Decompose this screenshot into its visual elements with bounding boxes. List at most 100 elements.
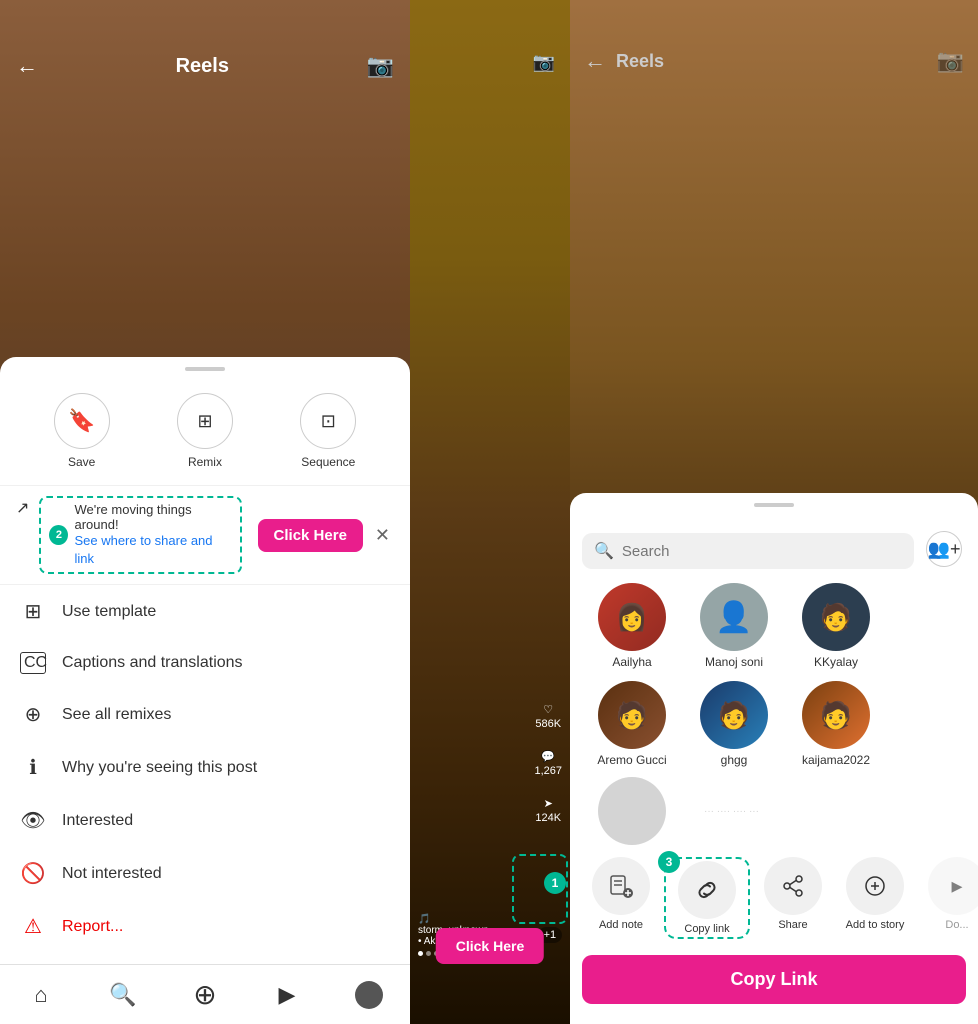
search-bar[interactable]: 🔍 <box>582 533 914 569</box>
avatar-manoj: 👤 <box>700 583 768 651</box>
report-icon: ⚠ <box>20 914 46 939</box>
avatar-kaijama: 🧑 <box>802 681 870 749</box>
share-count: 124K <box>535 812 561 824</box>
save-label: Save <box>68 455 95 469</box>
contact-manoj[interactable]: 👤 Manoj soni <box>684 583 784 669</box>
copy-link-icon <box>678 861 736 919</box>
copy-link-bottom-button[interactable]: Copy Link <box>582 955 966 1004</box>
share-action-label: Share <box>778 919 807 931</box>
interested-icon: 👁 <box>20 808 46 833</box>
contact-name-aremo: Aremo Gucci <box>597 753 666 767</box>
notification-icon: ↗ <box>16 498 29 518</box>
left-panel: 2:45 ● 🔒 ⚡ 🔔 5G 🔋 ← Reels 📷 🔖 Save ⊞ Rem… <box>0 0 410 1024</box>
home-nav-button[interactable]: ⌂ <box>17 971 65 1019</box>
search-nav-button[interactable]: 🔍 <box>99 971 147 1019</box>
use-template-item[interactable]: ⊞ Use template <box>0 585 410 638</box>
contact-kkyalay[interactable]: 🧑 KKyalay <box>786 583 886 669</box>
back-button-left[interactable]: ← <box>16 53 38 79</box>
more-action-icon: ▸ <box>928 857 978 915</box>
not-interested-item[interactable]: 🚫 Not interested <box>0 847 410 900</box>
add-note-label: Add note <box>599 919 643 931</box>
share-action[interactable]: ➤ 124K <box>535 795 561 824</box>
icons-row: 🔖 Save ⊞ Remix ⊡ Sequence <box>0 385 410 486</box>
interested-item[interactable]: 👁 Interested <box>0 794 410 847</box>
more-action-label: Do... <box>945 919 968 931</box>
like-action[interactable]: ♡ 586K <box>535 701 561 730</box>
share-sheet-handle <box>754 503 794 507</box>
contact-partial-1 <box>582 777 682 845</box>
bottom-sheet-left: 🔖 Save ⊞ Remix ⊡ Sequence ↗ 2 <box>0 357 410 1024</box>
avatar-ghgg: 🧑 <box>700 681 768 749</box>
add-to-story-label: Add to story <box>846 919 905 931</box>
report-text: Report... <box>62 918 123 936</box>
remix-icon: ⊞ <box>177 393 233 449</box>
bottom-nav-left: ⌂ 🔍 ⊕ ▶ <box>0 964 410 1024</box>
camera-button-middle[interactable]: 📷 <box>528 46 560 78</box>
reels-nav-button[interactable]: ▶ <box>263 971 311 1019</box>
use-template-icon: ⊞ <box>20 599 46 624</box>
save-item[interactable]: 🔖 Save <box>54 393 110 469</box>
add-to-story-action[interactable]: Add to story <box>836 857 914 939</box>
click-here-button-middle[interactable]: Click Here <box>436 928 544 964</box>
contact-name-kaijama: kaijama2022 <box>802 753 870 767</box>
avatar-aailyha: 👩 <box>598 583 666 651</box>
reels-title-right: Reels <box>616 51 927 72</box>
copy-link-wrapper: 3 Copy link <box>664 857 750 939</box>
more-action[interactable]: ▸ Do... <box>918 857 978 939</box>
reels-header-right: ← Reels 📷 <box>570 40 978 82</box>
see-remixes-item[interactable]: ⊕ See all remixes <box>0 688 410 741</box>
avatar-aremo: 🧑 <box>598 681 666 749</box>
save-icon: 🔖 <box>54 393 110 449</box>
reels-header-left: ← Reels 📷 <box>0 40 410 92</box>
click-here-button-notification[interactable]: Click Here <box>258 519 363 552</box>
camera-button-right[interactable]: 📷 <box>937 48 964 74</box>
share-sheet: 🔍 👥+ 👩 Aailyha 👤 Manoj soni 🧑 KKyalay <box>570 493 978 1024</box>
middle-panel: ●○ ⚡ 🔔 313 5G 46l 🔋 📷 ♡ 586K 💬 1,267 ➤ 1… <box>410 0 570 1024</box>
remix-item[interactable]: ⊞ Remix <box>177 393 233 469</box>
contacts-row-1: 👩 Aailyha 👤 Manoj soni 🧑 KKyalay <box>570 577 978 675</box>
contact-partial-text: ··· ···· ···· ··· <box>684 777 966 845</box>
sequence-item[interactable]: ⊡ Sequence <box>300 393 356 469</box>
use-template-text: Use template <box>62 603 156 621</box>
share-actions-row: Add note 3 Copy link <box>570 849 978 947</box>
report-item[interactable]: ⚠ Report... <box>0 900 410 953</box>
why-seeing-text: Why you're seeing this post <box>62 759 257 777</box>
profile-nav-button[interactable] <box>345 971 393 1019</box>
notification-link[interactable]: See where to share and link <box>74 533 212 566</box>
middle-header: 📷 <box>410 40 570 84</box>
contact-kaijama[interactable]: 🧑 kaijama2022 <box>786 681 886 767</box>
contact-ghgg[interactable]: 🧑 ghgg <box>684 681 784 767</box>
sheet-handle <box>185 367 225 371</box>
captions-item[interactable]: CC Captions and translations <box>0 638 410 688</box>
remixes-icon: ⊕ <box>20 702 46 727</box>
add-person-button[interactable]: 👥+ <box>926 531 962 567</box>
step-badge-1: 1 <box>544 872 566 894</box>
contact-name-manoj: Manoj soni <box>705 655 763 669</box>
share-icon-svg <box>779 872 807 900</box>
contact-aremo[interactable]: 🧑 Aremo Gucci <box>582 681 682 767</box>
contacts-row-partial: ··· ···· ···· ··· <box>570 773 978 849</box>
why-seeing-item[interactable]: ℹ Why you're seeing this post <box>0 741 410 794</box>
comment-icon: 💬 <box>541 750 555 763</box>
captions-icon: CC <box>20 652 46 674</box>
captions-text: Captions and translations <box>62 654 243 672</box>
step-badge-3: 3 <box>658 851 680 873</box>
copy-link-action[interactable]: Copy link <box>668 861 746 935</box>
link-icon-svg <box>693 876 721 904</box>
add-note-action[interactable]: Add note <box>582 857 660 939</box>
comment-action[interactable]: 💬 1,267 <box>534 748 562 777</box>
share-action-item[interactable]: Share <box>754 857 832 939</box>
sequence-label: Sequence <box>301 455 355 469</box>
contact-aailyha[interactable]: 👩 Aailyha <box>582 583 682 669</box>
close-notification-button[interactable]: ✕ <box>371 525 394 546</box>
add-note-icon <box>592 857 650 915</box>
contact-name-ghgg: ghgg <box>721 753 748 767</box>
like-count: 586K <box>535 718 561 730</box>
camera-button-left[interactable]: 📷 <box>367 53 394 79</box>
search-input[interactable] <box>622 543 902 560</box>
back-button-right[interactable]: ← <box>584 48 606 74</box>
add-nav-button[interactable]: ⊕ <box>181 971 229 1019</box>
notification-main-text: We're moving things around! <box>74 502 231 532</box>
right-actions: ♡ 586K 💬 1,267 ➤ 124K <box>534 701 562 824</box>
contact-name-kkyalay: KKyalay <box>814 655 858 669</box>
